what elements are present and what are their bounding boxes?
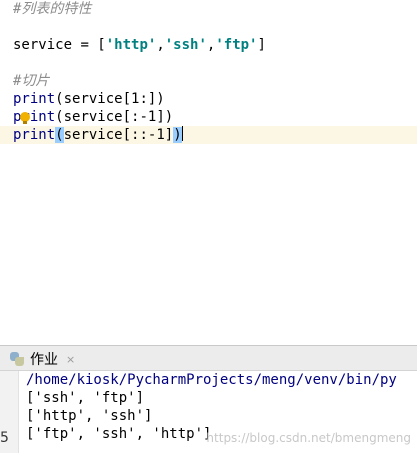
print-keyword: print xyxy=(13,127,56,143)
code-line-6[interactable]: print(service[1:]) xyxy=(0,90,417,108)
code-editor[interactable]: #列表的特性 service = ['http','ssh','ftp'] #切… xyxy=(0,0,417,320)
gutter-digit: 5 xyxy=(0,430,9,446)
console-line-output-3: ['ftp', 'ssh', 'http'] xyxy=(26,426,212,442)
close-icon[interactable]: × xyxy=(66,353,75,366)
print-slice-2: print(service[:-1]) xyxy=(13,109,174,125)
code-line-1[interactable]: #列表的特性 xyxy=(0,0,417,18)
print-slice-3: print(service[::-1]) xyxy=(13,126,183,143)
variable-name: service xyxy=(13,37,73,53)
code-line-3[interactable]: service = ['http','ssh','ftp'] xyxy=(0,36,417,54)
run-panel: 作业 × 5 /home/kiosk/PycharmProjects/meng/… xyxy=(0,345,417,453)
service-assignment: service = ['http','ssh','ftp'] xyxy=(13,36,266,54)
list-item-ftp: 'ftp' xyxy=(215,37,258,53)
paren-open-highlight: ( xyxy=(55,127,64,143)
code-line-5[interactable]: #切片 xyxy=(0,72,417,90)
python-icon xyxy=(10,352,24,366)
list-sep: , xyxy=(156,37,165,53)
code-line-7[interactable]: print(service[:-1]) xyxy=(0,108,417,126)
run-tab[interactable]: 作业 × xyxy=(4,347,81,371)
run-tab-label: 作业 xyxy=(30,352,58,368)
console-line-output-2: ['http', 'ssh'] xyxy=(26,408,153,424)
assign-op: = [ xyxy=(72,37,106,53)
print-slice-1: print(service[1:]) xyxy=(13,91,165,107)
console-line-interpreter-path[interactable]: /home/kiosk/PycharmProjects/meng/venv/bi… xyxy=(26,371,397,389)
lightbulb-icon[interactable] xyxy=(20,112,30,124)
print-keyword: print xyxy=(13,91,56,107)
watermark-text: https://blog.csdn.net/bmengmeng xyxy=(206,431,411,445)
comment-slice: #切片 xyxy=(13,73,50,89)
run-tab-bar: 作业 × xyxy=(0,345,417,371)
list-close: ] xyxy=(257,37,266,53)
console-gutter: 5 xyxy=(0,371,19,453)
list-item-ssh: 'ssh' xyxy=(164,37,207,53)
text-caret xyxy=(181,126,183,141)
console-line-output-1: ['ssh', 'ftp'] xyxy=(26,390,145,406)
comment-list-properties: #列表的特性 xyxy=(13,1,92,17)
code-line-8-current[interactable]: print(service[::-1]) xyxy=(0,126,417,144)
list-item-http: 'http' xyxy=(105,37,157,53)
paren-close-highlight: ) xyxy=(173,127,182,143)
